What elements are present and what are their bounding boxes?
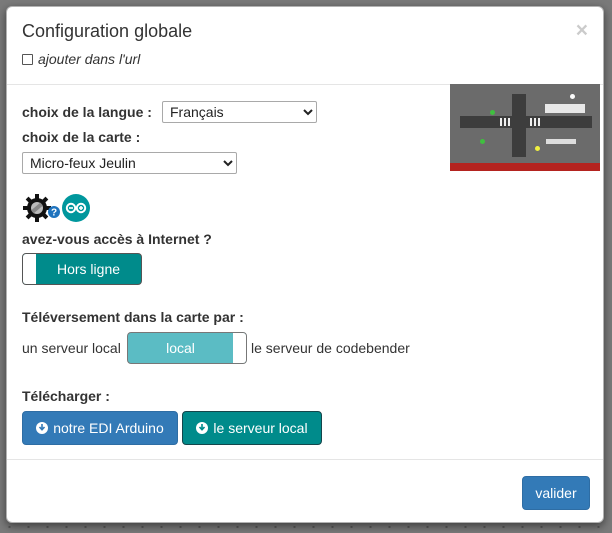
upload-toggle[interactable]: local [127,332,247,364]
download-arduino-button[interactable]: notre EDI Arduino [22,411,178,445]
add-to-url-checkbox[interactable] [22,53,33,65]
language-select[interactable]: Français [162,101,317,123]
internet-toggle-text: Hors ligne [56,261,121,277]
internet-label: avez-vous accès à Internet ? [22,231,212,247]
download-label: Télécharger : [22,388,110,404]
dialog-footer [7,459,603,460]
board-road-horizontal [460,116,592,128]
download-arduino-label: notre EDI Arduino [53,420,164,436]
upload-toggle-text: local [166,340,195,356]
board-crosswalk [500,118,510,126]
board-led-white [570,94,575,99]
language-label: choix de la langue : [22,104,152,120]
validate-button[interactable]: valider [522,476,590,510]
download-icon [196,422,209,434]
board-select[interactable]: Micro-feux Jeulin [22,152,237,174]
arduino-icon[interactable] [61,193,91,223]
internet-toggle[interactable]: Hors ligne [22,253,142,285]
board-image [450,84,600,171]
svg-text:?: ? [51,208,57,219]
download-server-button[interactable]: le serveur local [182,411,322,445]
add-to-url-row: ajouter dans l'url [22,51,140,67]
config-dialog: Configuration globale × ajouter dans l'u… [6,6,604,523]
board-label-plate [546,139,576,144]
board-red-base [450,163,600,171]
dialog-header: Configuration globale × ajouter dans l'u… [7,7,603,85]
download-icon [36,422,49,434]
upload-right-text: le serveur de codebender [251,340,410,356]
download-server-label: le serveur local [213,420,308,436]
tool-icons: ? [22,193,91,223]
dialog-title: Configuration globale [22,21,193,41]
board-road-vertical [512,94,526,157]
close-icon[interactable]: × [576,20,588,41]
upload-label: Téléversement dans la carte par : [22,309,244,325]
board-label: choix de la carte : [22,129,141,145]
internet-toggle-knob [23,254,36,284]
help-icon[interactable]: ? [48,205,60,219]
board-led-yellow [535,146,540,151]
board-building [545,104,585,113]
upload-left-text: un serveur local [22,340,121,356]
upload-toggle-knob [233,333,246,363]
board-crosswalk [530,118,540,126]
board-led-green [490,110,495,115]
add-to-url-label: ajouter dans l'url [38,51,141,67]
board-led-green [480,139,485,144]
